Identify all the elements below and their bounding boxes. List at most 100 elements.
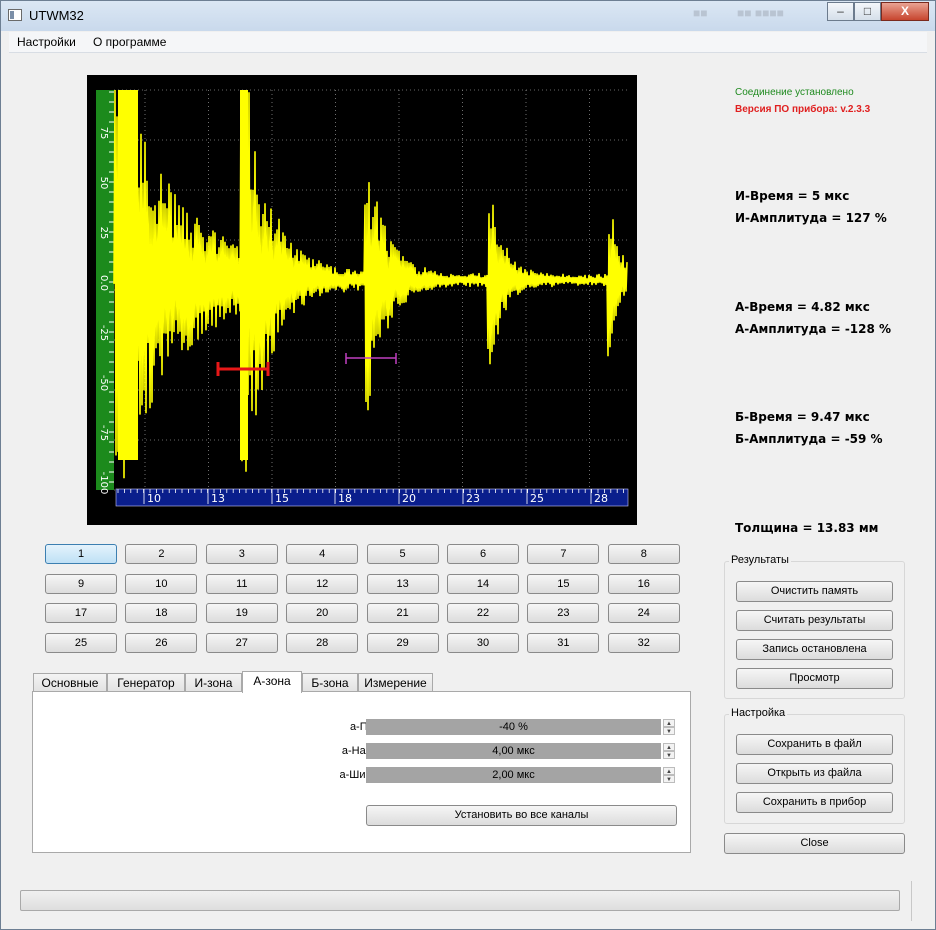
y-tick-label: 0.0 (98, 275, 109, 291)
channel-button-19[interactable]: 19 (205, 603, 278, 623)
a-start-spinbox[interactable]: 4,00 мкс (366, 743, 661, 759)
thickness-readout: Толщина = 13.83 мм (735, 521, 879, 535)
channel-button-28[interactable]: 28 (286, 632, 359, 653)
a-width-spinbox[interactable]: 2,00 мкс (366, 767, 661, 783)
a-time-readout: А-Время = 4.82 мкс (735, 300, 870, 314)
i-time-readout: И-Время = 5 мкс (735, 189, 850, 203)
x-axis-bar (115, 488, 629, 507)
channel-button-1[interactable]: 1 (45, 544, 117, 564)
a-width-spin-arrows[interactable]: ▲ ▼ (663, 767, 675, 783)
a-threshold-spin-arrows[interactable]: ▲ ▼ (663, 719, 675, 735)
x-tick-label: 13 (211, 492, 225, 505)
channel-button-20[interactable]: 20 (286, 603, 359, 623)
channel-button-12[interactable]: 12 (286, 573, 359, 594)
tab-3[interactable]: А-зона (242, 671, 302, 693)
ghost-title-text-2: ■■ ■■■■ (737, 6, 784, 20)
clear-memory-button[interactable]: Очистить память (736, 581, 893, 602)
channel-button-30[interactable]: 30 (447, 632, 519, 653)
tab-0[interactable]: Основные (33, 673, 107, 692)
x-tick-label: 23 (466, 492, 480, 505)
channel-button-4[interactable]: 4 (286, 544, 359, 564)
channel-button-26[interactable]: 26 (125, 632, 198, 653)
connection-status: Соединение установлено (735, 87, 854, 98)
x-tick-label: 15 (275, 492, 289, 505)
close-button[interactable]: Close (724, 833, 905, 854)
x-tick-label: 10 (147, 492, 161, 505)
a-amplitude-readout: А-Амплитуда = -128 % (735, 322, 892, 336)
channel-button-14[interactable]: 14 (447, 573, 519, 594)
ghost-title-text: ■■ (693, 6, 708, 20)
y-tick-label: -50 (98, 375, 109, 391)
y-tick-label: 25 (98, 227, 109, 240)
y-tick-label: 75 (98, 127, 109, 140)
channel-button-6[interactable]: 6 (447, 544, 519, 564)
menu-bar: Настройки О программе (9, 32, 927, 53)
tab-1[interactable]: Генератор (107, 673, 185, 692)
progress-bar (20, 890, 900, 911)
minimize-button[interactable]: – (827, 2, 854, 21)
spin-down-icon[interactable]: ▼ (663, 775, 675, 783)
channel-button-8[interactable]: 8 (607, 544, 680, 564)
y-tick-label: 50 (98, 177, 109, 190)
channel-button-22[interactable]: 22 (447, 603, 519, 623)
y-tick-label: -100 (98, 472, 109, 495)
maximize-button[interactable]: □ (854, 2, 881, 21)
tab-2[interactable]: И-зона (185, 673, 242, 692)
channel-button-2[interactable]: 2 (125, 544, 198, 564)
title-bar[interactable]: UTWM32 ■■ ■■ ■■■■ – □ X (1, 1, 935, 31)
close-window-button[interactable]: X (881, 2, 929, 21)
menu-settings[interactable]: Настройки (17, 35, 76, 49)
channel-button-21[interactable]: 21 (366, 603, 439, 623)
app-window: UTWM32 ■■ ■■ ■■■■ – □ X Настройки О прог… (0, 0, 936, 930)
b-amplitude-readout: Б-Амплитуда = -59 % (735, 432, 883, 446)
tab-4[interactable]: Б-зона (302, 673, 358, 692)
spin-down-icon[interactable]: ▼ (663, 727, 675, 735)
x-tick-label: 28 (594, 492, 608, 505)
open-from-file-button[interactable]: Открыть из файла (736, 763, 893, 784)
channel-button-10[interactable]: 10 (125, 573, 198, 594)
b-time-readout: Б-Время = 9.47 мкс (735, 410, 870, 424)
channel-button-32[interactable]: 32 (607, 632, 680, 653)
channel-button-25[interactable]: 25 (45, 632, 117, 653)
channel-button-7[interactable]: 7 (527, 544, 600, 564)
initial-pulse (118, 90, 138, 460)
spin-up-icon[interactable]: ▲ (663, 767, 675, 775)
channel-button-5[interactable]: 5 (366, 544, 439, 564)
a-start-spin-arrows[interactable]: ▲ ▼ (663, 743, 675, 759)
apply-all-channels-button[interactable]: Установить во все каналы (366, 805, 677, 826)
a-threshold-spinbox[interactable]: -40 % (366, 719, 661, 735)
app-icon (8, 9, 22, 21)
x-tick-label: 20 (402, 492, 416, 505)
channel-button-16[interactable]: 16 (607, 573, 680, 594)
save-to-file-button[interactable]: Сохранить в файл (736, 734, 893, 755)
channel-button-17[interactable]: 17 (45, 603, 117, 623)
save-to-device-button[interactable]: Сохранить в прибор (736, 792, 893, 813)
channel-button-11[interactable]: 11 (205, 573, 278, 594)
spin-up-icon[interactable]: ▲ (663, 743, 675, 751)
ascan-plot: 75 50 25 0.0 -25 -50 -75 -100 10 13 15 18 20 23 25 28 (96, 89, 629, 507)
x-tick-label: 18 (338, 492, 352, 505)
tab-panel-a-zone: а-Порог -40 % ▲▼ а-Начало 4,00 мкс ▲▼ а-… (32, 691, 691, 853)
channel-button-3[interactable]: 3 (205, 544, 278, 564)
window-title: UTWM32 (29, 8, 84, 23)
channel-button-27[interactable]: 27 (205, 632, 278, 653)
view-button[interactable]: Просмотр (736, 668, 893, 689)
channel-button-13[interactable]: 13 (366, 573, 439, 594)
channel-button-23[interactable]: 23 (527, 603, 600, 623)
channel-button-29[interactable]: 29 (366, 632, 439, 653)
menu-about[interactable]: О программе (93, 35, 166, 49)
channel-button-24[interactable]: 24 (607, 603, 680, 623)
channel-button-18[interactable]: 18 (125, 603, 198, 623)
channel-button-15[interactable]: 15 (527, 573, 600, 594)
spin-up-icon[interactable]: ▲ (663, 719, 675, 727)
read-results-button[interactable]: Считать результаты (736, 610, 893, 631)
i-amplitude-readout: И-Амплитуда = 127 % (735, 211, 887, 225)
channel-button-31[interactable]: 31 (527, 632, 600, 653)
settings-group-title: Настройка (729, 707, 788, 719)
x-tick-label: 25 (530, 492, 544, 505)
size-grip[interactable] (911, 881, 914, 921)
record-toggle-button[interactable]: Запись остановлена (736, 639, 893, 660)
channel-button-9[interactable]: 9 (45, 573, 117, 594)
tab-5[interactable]: Измерение (358, 673, 433, 692)
spin-down-icon[interactable]: ▼ (663, 751, 675, 759)
